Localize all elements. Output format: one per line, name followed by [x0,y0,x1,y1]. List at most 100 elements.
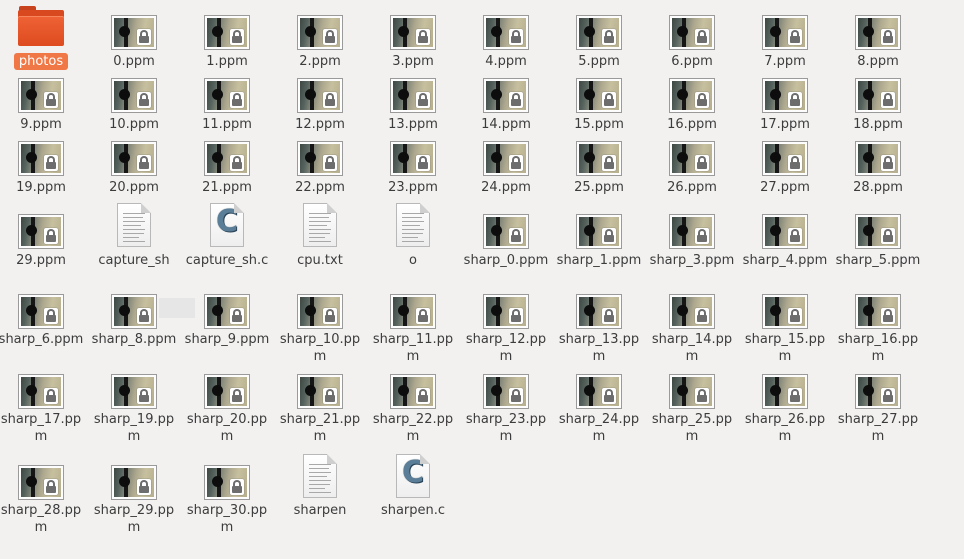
file-item[interactable]: sharp_24.ppm [554,374,644,445]
file-item[interactable]: 5.ppm [554,15,644,70]
file-item[interactable]: 15.ppm [554,78,644,133]
file-item[interactable]: 4.ppm [461,15,551,70]
file-item[interactable]: 10.ppm [89,78,179,133]
file-name-label: sharp_12.ppm [465,332,547,364]
file-name-label: sharp_28.ppm [0,503,82,535]
file-name-label: 11.ppm [202,117,252,132]
file-item[interactable]: sharp_17.ppm [0,374,86,445]
image-thumbnail-icon [390,78,436,113]
lock-icon [44,155,58,171]
file-item[interactable]: 14.ppm [461,78,551,133]
file-item[interactable]: 23.ppm [368,141,458,196]
file-item[interactable]: 1.ppm [182,15,272,70]
file-name-label: 5.ppm [578,54,620,69]
file-item[interactable]: cpu.txt [275,203,365,269]
file-item[interactable]: sharp_9.ppm [182,294,272,348]
file-name-label: sharpen [293,503,347,518]
lock-icon [695,388,709,404]
file-item[interactable]: 8.ppm [833,15,923,70]
file-item[interactable]: 26.ppm [647,141,737,196]
file-item[interactable]: sharp_25.ppm [647,374,737,445]
file-item[interactable]: 7.ppm [740,15,830,70]
lock-icon [416,92,430,108]
file-item[interactable]: 21.ppm [182,141,272,196]
file-item[interactable]: 29.ppm [0,214,86,269]
image-thumbnail-icon [204,374,250,409]
file-name-label: 6.ppm [671,54,713,69]
file-item[interactable]: sharp_19.ppm [89,374,179,445]
file-item[interactable]: sharp_10.ppm [275,294,365,365]
file-item[interactable]: sharp_4.ppm [740,214,830,269]
image-thumbnail-icon [18,374,64,409]
file-name-label: sharp_8.ppm [91,332,177,347]
lock-icon [695,308,709,324]
file-item[interactable]: sharp_20.ppm [182,374,272,445]
file-item[interactable]: 18.ppm [833,78,923,133]
lock-icon [695,92,709,108]
file-item[interactable]: 19.ppm [0,141,86,196]
file-item[interactable]: sharp_12.ppm [461,294,551,365]
file-name-label: cpu.txt [297,253,343,268]
image-thumbnail-icon [204,465,250,500]
file-item[interactable]: 24.ppm [461,141,551,196]
file-name-label: 26.ppm [667,180,717,195]
file-item[interactable]: Ccapture_sh.c [182,203,272,269]
file-item[interactable]: 2.ppm [275,15,365,70]
file-item[interactable]: 9.ppm [0,78,86,133]
file-name-label: 14.ppm [481,117,531,132]
file-name-label: 0.ppm [113,54,155,69]
file-item[interactable]: 20.ppm [89,141,179,196]
image-thumbnail-icon [762,141,808,176]
file-item[interactable]: sharp_16.ppm [833,294,923,365]
file-item[interactable]: sharp_29.ppm [89,465,179,536]
file-item[interactable]: sharp_14.ppm [647,294,737,365]
file-item[interactable]: 12.ppm [275,78,365,133]
file-item[interactable]: 13.ppm [368,78,458,133]
file-item[interactable]: 28.ppm [833,141,923,196]
file-item[interactable]: 3.ppm [368,15,458,70]
file-item[interactable]: 16.ppm [647,78,737,133]
image-thumbnail-icon [204,294,250,329]
file-item[interactable]: sharp_0.ppm [461,214,551,269]
file-item[interactable]: 17.ppm [740,78,830,133]
file-item[interactable]: sharp_23.ppm [461,374,551,445]
file-item[interactable]: sharp_22.ppm [368,374,458,445]
folder-item[interactable]: photos [0,2,86,70]
lock-icon [230,92,244,108]
lock-icon [509,29,523,45]
image-thumbnail-icon [297,15,343,50]
lock-icon [416,388,430,404]
file-item[interactable]: sharp_27.ppm [833,374,923,445]
file-item[interactable]: sharp_26.ppm [740,374,830,445]
file-item[interactable]: sharp_6.ppm [0,294,86,348]
file-item[interactable]: sharp_28.ppm [0,465,86,536]
file-name-label: sharp_5.ppm [835,253,921,268]
file-name-label: 22.ppm [295,180,345,195]
file-item[interactable]: 25.ppm [554,141,644,196]
file-item[interactable]: 11.ppm [182,78,272,133]
file-item[interactable]: sharp_3.ppm [647,214,737,269]
file-item[interactable]: sharp_1.ppm [554,214,644,269]
file-item[interactable]: Csharpen.c [368,454,458,519]
file-item[interactable]: 6.ppm [647,15,737,70]
file-item[interactable]: sharp_13.ppm [554,294,644,365]
file-item[interactable]: sharp_15.ppm [740,294,830,365]
lock-icon [137,479,151,495]
file-item[interactable]: sharpen [275,454,365,519]
file-item[interactable]: 27.ppm [740,141,830,196]
file-item[interactable]: sharp_21.ppm [275,374,365,445]
file-name-label: sharp_16.ppm [837,332,919,364]
file-item[interactable]: capture_sh [89,203,179,269]
file-item[interactable]: sharp_11.ppm [368,294,458,365]
file-item[interactable]: 22.ppm [275,141,365,196]
lock-icon [602,155,616,171]
image-thumbnail-icon [111,78,157,113]
lock-icon [416,308,430,324]
file-item[interactable]: 0.ppm [89,15,179,70]
file-name-label: capture_sh.c [185,253,269,268]
file-item[interactable]: sharp_5.ppm [833,214,923,269]
file-item[interactable]: o [368,203,458,269]
lock-icon [137,388,151,404]
image-thumbnail-icon [576,294,622,329]
file-item[interactable]: sharp_30.ppm [182,465,272,536]
